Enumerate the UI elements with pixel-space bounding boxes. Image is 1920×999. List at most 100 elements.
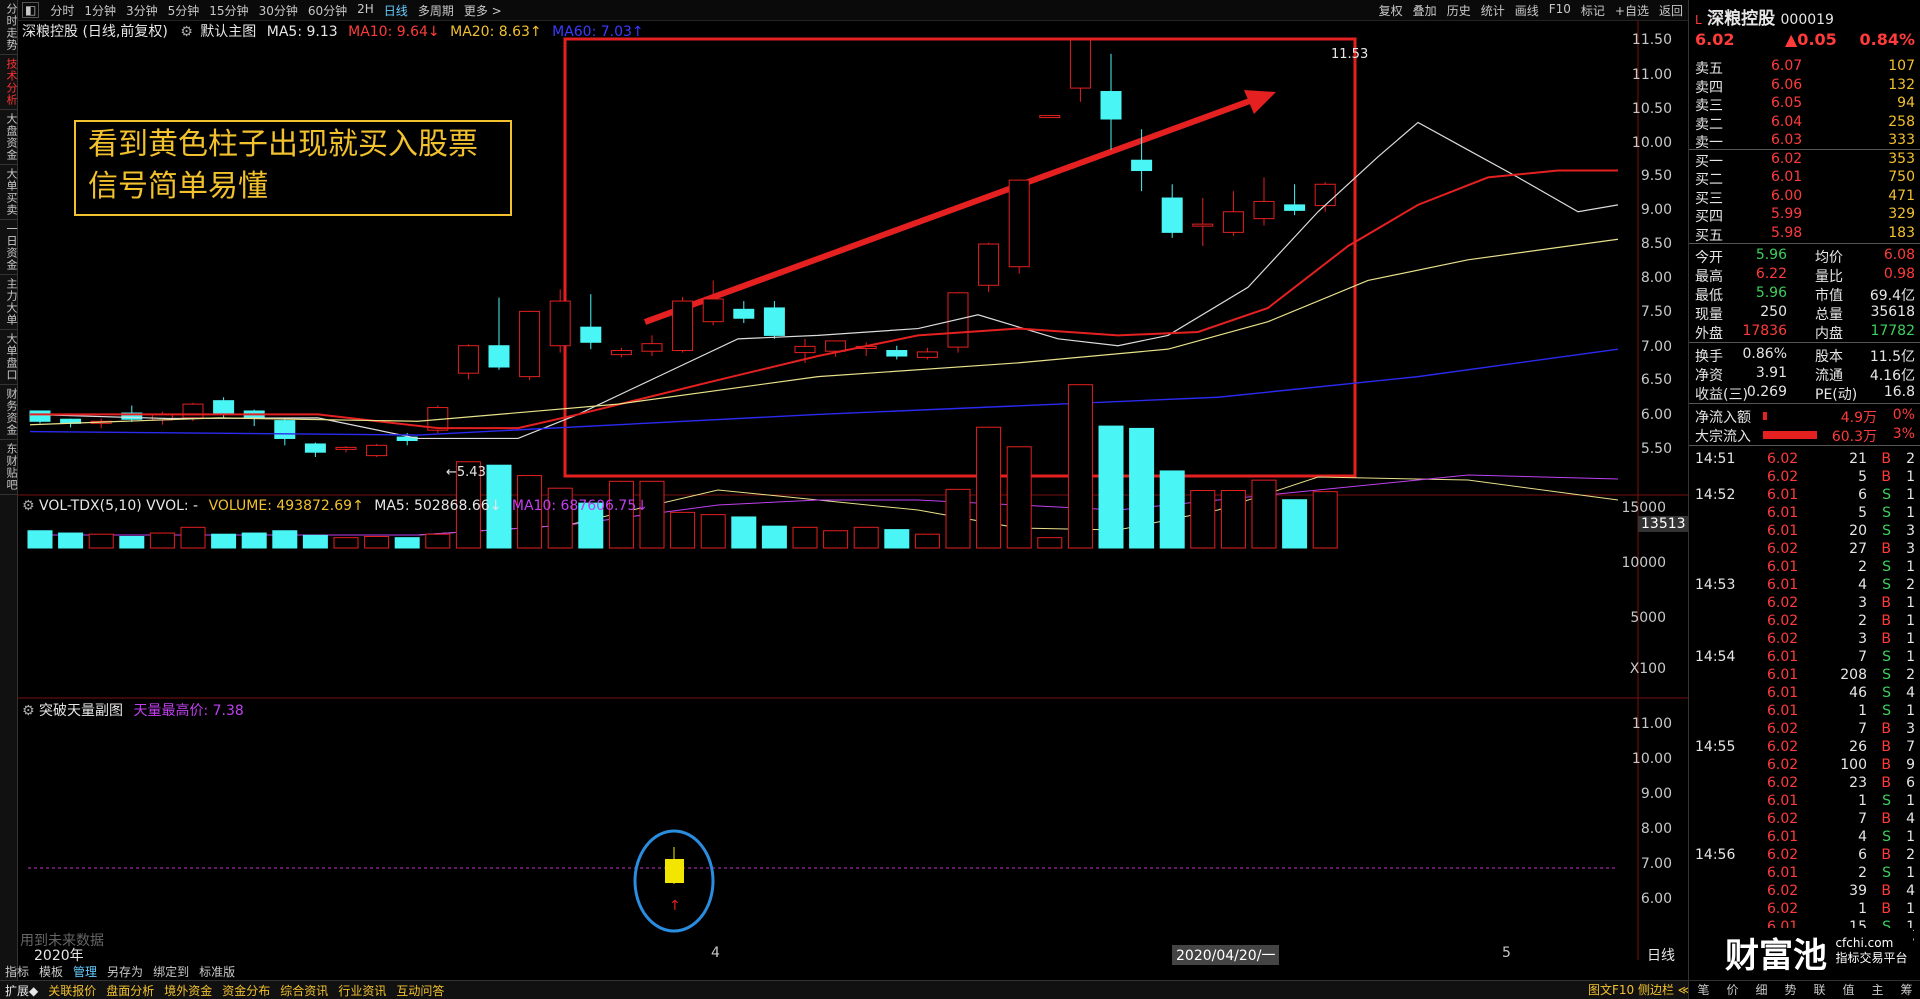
quote-tab[interactable]: 值	[1842, 981, 1854, 999]
tick-count: 1	[1906, 865, 1915, 881]
period-label[interactable]: 日线	[1647, 945, 1675, 965]
left-tab-3[interactable]: 大单买卖	[0, 165, 18, 220]
quote-tab[interactable]: 联	[1813, 981, 1825, 999]
flow-bar	[1763, 431, 1817, 439]
tick-count: 6	[1906, 775, 1915, 791]
toolbar-action[interactable]: F10	[1544, 2, 1576, 19]
volume-tag: 13513	[1638, 516, 1689, 532]
bottom-tab[interactable]: 盘面分析	[101, 982, 159, 999]
toolbar-action[interactable]: 返回	[1654, 2, 1688, 19]
timeframe-tab[interactable]: 多周期	[413, 2, 459, 19]
candle-body	[672, 300, 694, 352]
volume-bar	[302, 534, 328, 549]
tick-side: S	[1882, 577, 1891, 593]
toolbar-action[interactable]: 画线	[1510, 2, 1544, 19]
bottom-tab[interactable]: 互动问答	[391, 982, 449, 999]
sub-indicator-name: 突破天量副图	[39, 703, 124, 719]
tick-side: B	[1881, 541, 1891, 557]
timeframe-tab[interactable]: 60分钟	[303, 2, 352, 19]
bottom-bar: 扩展◆ 关联报价 盘面分析 境外资金 资金分布 综合资讯 行业资讯 互动问答	[0, 980, 1688, 999]
signal-up-arrow: ↑	[669, 898, 681, 914]
quote-tab[interactable]: 细	[1755, 981, 1767, 999]
tick-side: S	[1882, 559, 1891, 575]
candle-body	[610, 350, 632, 356]
indicator-nav-item[interactable]: 管理	[68, 963, 102, 980]
tick-count: 1	[1906, 703, 1915, 719]
toolbar-menu-icon[interactable]: ◧	[22, 2, 40, 18]
indicator-nav-item[interactable]: 模板	[34, 963, 68, 980]
buy-level-label: 买二	[1695, 172, 1723, 188]
settings-icon[interactable]: ⚙	[22, 498, 35, 514]
tick-price: 6.01	[1767, 649, 1799, 665]
quote-tab[interactable]: 价	[1726, 981, 1738, 999]
quote-tab[interactable]: 笔	[1697, 981, 1709, 999]
bottom-tab[interactable]: 境外资金	[159, 982, 217, 999]
sub-indicator-value: 天量最高价: 7.38	[133, 703, 244, 719]
toolbar-action[interactable]: 叠加	[1408, 2, 1442, 19]
volume-bar	[27, 530, 53, 549]
bottom-tab[interactable]: 关联报价	[43, 982, 101, 999]
timeframe-tab[interactable]: 1分钟	[79, 2, 121, 19]
sell-level-price: 6.03	[1771, 132, 1803, 148]
candle-body	[1314, 183, 1336, 207]
candle-body	[1192, 223, 1214, 227]
settings-icon[interactable]: ⚙	[22, 703, 35, 719]
quote-tab[interactable]: 主	[1871, 981, 1883, 999]
sell-level: 卖一 6.03 333	[1695, 132, 1915, 151]
bottom-tab[interactable]: 综合资讯	[275, 982, 333, 999]
stat-value: 17836	[1742, 323, 1787, 339]
stat-label: 总量	[1815, 307, 1843, 323]
bottom-tab[interactable]: 资金分布	[217, 982, 275, 999]
timeframe-tab[interactable]: 更多 >	[459, 2, 507, 19]
buy-level-qty: 471	[1888, 187, 1915, 204]
flow-pct: 0%	[1892, 407, 1915, 423]
left-tab-6[interactable]: 大单盘口	[0, 330, 18, 385]
price-tick: 7.00	[1640, 339, 1672, 355]
tick-row: 6.01 5 S 1	[1695, 505, 1915, 523]
timeframe-tab[interactable]: 日线	[379, 2, 413, 19]
left-tab-2[interactable]: 大盘资金	[0, 110, 18, 165]
stats-divider	[1689, 342, 1920, 343]
tick-side: B	[1881, 883, 1891, 899]
timeframe-tab[interactable]: 2H	[352, 2, 379, 19]
toolbar-action[interactable]: 复权	[1374, 2, 1408, 19]
stat-label: 流通	[1815, 368, 1843, 384]
indicator-nav-item[interactable]: 另存为	[102, 963, 148, 980]
tick-side: S	[1882, 667, 1891, 683]
timeframe-tab[interactable]: 5分钟	[163, 2, 205, 19]
left-tab-8[interactable]: 东财贴吧	[0, 440, 18, 495]
left-tab-7[interactable]: 财务资金	[0, 385, 18, 440]
bottom-tab[interactable]: 扩展◆	[0, 982, 43, 999]
volume-bar	[119, 536, 145, 549]
indicator-nav-item[interactable]: 标准版	[194, 963, 240, 980]
volume-bar	[425, 533, 451, 549]
toolbar-action[interactable]: 标记	[1576, 2, 1610, 19]
quote-tab[interactable]: 筹	[1900, 981, 1912, 999]
volume-bar	[211, 533, 237, 549]
tick-volume: 5	[1858, 505, 1867, 521]
timeframe-tab[interactable]: 30分钟	[254, 2, 303, 19]
toolbar-action[interactable]: 统计	[1476, 2, 1510, 19]
volume-bar	[792, 526, 818, 549]
left-tab-5[interactable]: 主力大单	[0, 275, 18, 330]
toolbar-action[interactable]: +自选	[1610, 2, 1654, 19]
volume-tick: 5000	[1630, 610, 1666, 626]
toolbar-action[interactable]: 历史	[1442, 2, 1476, 19]
timeframe-tab[interactable]: 3分钟	[121, 2, 163, 19]
indicator-nav-item[interactable]: 指标	[0, 963, 34, 980]
quote-tab[interactable]: 势	[1784, 981, 1796, 999]
yellow-signal-bar	[665, 859, 684, 883]
date-month-4: 4	[711, 945, 720, 961]
tick-row: 6.02 100 B 9	[1695, 757, 1915, 775]
indicator-nav-item[interactable]: 绑定到	[148, 963, 194, 980]
quote-bottom-tabs: 笔价细势联值主筹	[1689, 980, 1920, 999]
timeframe-tab[interactable]: 分时	[45, 2, 79, 19]
left-tab-0[interactable]: 分时走势	[0, 0, 18, 55]
timeframe-tab[interactable]: 15分钟	[204, 2, 253, 19]
left-tab-1[interactable]: 技术分析	[0, 55, 18, 110]
left-tab-4[interactable]: 一日资金	[0, 220, 18, 275]
tick-price: 6.01	[1767, 487, 1799, 503]
stat-label: 均价	[1815, 250, 1843, 266]
f10-sidebar-toggle[interactable]: 图文F10 侧边栏 ≪	[1588, 981, 1690, 998]
bottom-tab[interactable]: 行业资讯	[333, 982, 391, 999]
